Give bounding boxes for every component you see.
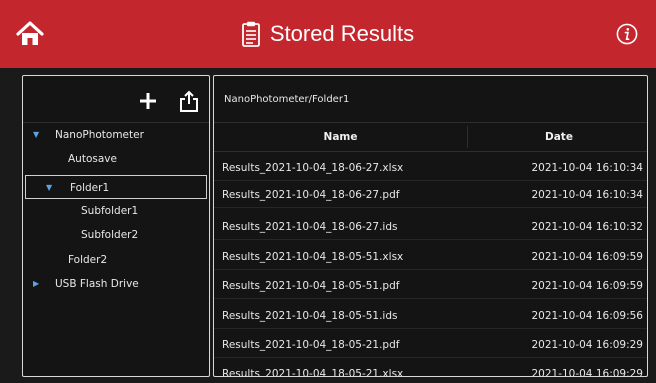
row-divider: [214, 328, 647, 329]
tree-item-nanophotometer[interactable]: ▼ NanoPhotometer: [23, 123, 209, 147]
table-row[interactable]: Results_2021-10-04_18-05-51.xlsx 2021-10…: [214, 244, 647, 270]
file-name: Results_2021-10-04_18-06-27.xlsx: [222, 162, 404, 174]
column-header-date[interactable]: Date: [545, 123, 573, 151]
info-icon[interactable]: [616, 23, 638, 45]
tree-item-label: NanoPhotometer: [55, 129, 144, 141]
table-row[interactable]: Results_2021-10-04_18-06-27.ids 2021-10-…: [214, 214, 647, 240]
table-row[interactable]: Results_2021-10-04_18-06-27.pdf 2021-10-…: [214, 182, 647, 208]
tree-item-label: Folder2: [68, 254, 108, 266]
tree-item-folder1[interactable]: ▼ Folder1: [25, 175, 207, 199]
tree-toolbar: [139, 90, 199, 112]
row-divider: [214, 269, 647, 270]
column-header-name[interactable]: Name: [214, 123, 467, 151]
table-row[interactable]: Results_2021-10-04_18-05-21.xlsx 2021-10…: [214, 361, 647, 377]
tree-item-subfolder1[interactable]: Subfolder1: [23, 199, 209, 223]
file-name: Results_2021-10-04_18-05-51.ids: [222, 310, 398, 322]
tree-item-label: USB Flash Drive: [55, 278, 139, 290]
tree-item-label: Subfolder1: [81, 205, 139, 217]
tree-item-usb-flash-drive[interactable]: ▶ USB Flash Drive: [23, 272, 209, 296]
expanded-arrow-icon[interactable]: ▼: [33, 123, 43, 147]
table-row[interactable]: Results_2021-10-04_18-05-51.ids 2021-10-…: [214, 303, 647, 329]
tree-item-autosave[interactable]: Autosave: [23, 147, 209, 171]
tree-item-subfolder2[interactable]: Subfolder2: [23, 223, 209, 247]
title-group: Stored Results: [0, 0, 656, 68]
plus-icon[interactable]: [139, 92, 157, 110]
table-row[interactable]: Results_2021-10-04_18-05-51.pdf 2021-10-…: [214, 273, 647, 299]
file-name: Results_2021-10-04_18-05-51.pdf: [222, 280, 400, 292]
row-divider: [214, 180, 647, 181]
file-date: 2021-10-04 16:10:34: [531, 162, 643, 174]
page-title: Stored Results: [269, 21, 415, 46]
file-date: 2021-10-04 16:10:34: [531, 189, 643, 201]
file-date: 2021-10-04 16:09:56: [531, 310, 643, 322]
table-row[interactable]: Results_2021-10-04_18-06-27.xlsx 2021-10…: [214, 155, 647, 181]
file-date: 2021-10-04 16:09:59: [531, 280, 643, 292]
expanded-arrow-icon[interactable]: ▼: [46, 176, 56, 200]
file-name: Results_2021-10-04_18-05-51.xlsx: [222, 251, 404, 263]
file-date: 2021-10-04 16:09:29: [531, 368, 643, 377]
top-bar: Stored Results: [0, 0, 656, 68]
file-list-panel: NanoPhotometer/Folder1 Name Date Results…: [213, 75, 648, 377]
current-path: NanoPhotometer/Folder1: [224, 94, 350, 105]
tree-item-label: Subfolder2: [81, 229, 139, 241]
tree-item-label: Folder1: [70, 182, 110, 194]
table-row[interactable]: Results_2021-10-04_18-05-21.pdf 2021-10-…: [214, 332, 647, 358]
file-date: 2021-10-04 16:09:29: [531, 339, 643, 351]
row-divider: [214, 239, 647, 240]
file-name: Results_2021-10-04_18-06-27.ids: [222, 221, 398, 233]
row-divider: [214, 207, 647, 208]
file-name: Results_2021-10-04_18-05-21.pdf: [222, 339, 400, 351]
row-divider: [214, 298, 647, 299]
column-separator: [467, 126, 468, 148]
clipboard-icon: [241, 21, 260, 47]
file-name: Results_2021-10-04_18-05-21.xlsx: [222, 368, 404, 377]
file-name: Results_2021-10-04_18-06-27.pdf: [222, 189, 400, 201]
collapsed-arrow-icon[interactable]: ▶: [33, 272, 43, 296]
tree-item-label: Autosave: [68, 153, 117, 165]
folder-tree-panel: ▼ NanoPhotometer Autosave ▼ Folder1 Subf…: [22, 75, 210, 377]
row-divider: [214, 357, 647, 358]
export-icon[interactable]: [179, 90, 199, 112]
tree-item-folder2[interactable]: Folder2: [23, 248, 209, 272]
file-date: 2021-10-04 16:10:32: [531, 221, 643, 233]
file-date: 2021-10-04 16:09:59: [531, 251, 643, 263]
header-divider: [214, 151, 647, 152]
